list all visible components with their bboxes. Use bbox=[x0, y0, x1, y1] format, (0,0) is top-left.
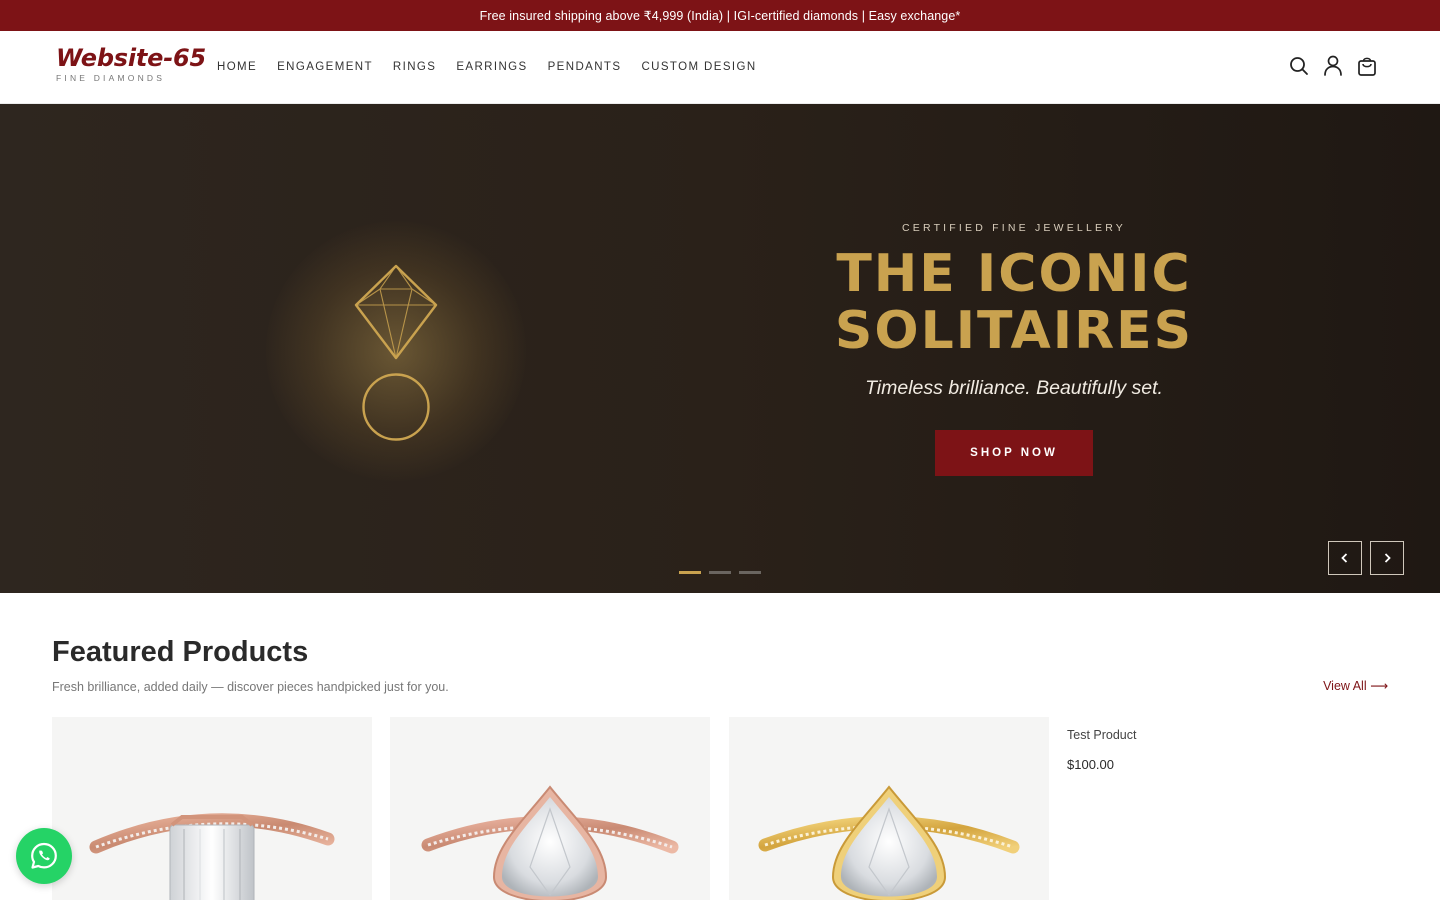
nav-item-rings[interactable]: RINGS bbox=[393, 61, 436, 73]
slider-dot-1[interactable] bbox=[679, 571, 701, 574]
announcement-text: Free insured shipping above ₹4,999 (Indi… bbox=[479, 9, 961, 23]
logo[interactable]: Website-65 FINE DIAMONDS bbox=[56, 44, 206, 83]
hero-headline-line-2: SOLITAIRES bbox=[834, 301, 1194, 361]
slider-dot-2[interactable] bbox=[709, 571, 731, 574]
product-price: $100.00 bbox=[1067, 757, 1114, 772]
search-icon[interactable] bbox=[1288, 51, 1310, 81]
cart-icon[interactable] bbox=[1356, 51, 1378, 81]
hero-eyebrow: CERTIFIED FINE JEWELLERY bbox=[901, 222, 1127, 234]
nav-item-pendants[interactable]: PENDANTS bbox=[548, 61, 622, 73]
hero-tagline: Timeless brilliance. Beautifully set. bbox=[865, 377, 1163, 399]
slider-next-button[interactable] bbox=[1370, 541, 1404, 575]
hero-copy: CERTIFIED FINE JEWELLERY THE ICONIC SOLI… bbox=[814, 222, 1214, 476]
header-icons bbox=[1288, 51, 1378, 81]
nav-item-custom-design[interactable]: CUSTOM DESIGN bbox=[641, 61, 756, 73]
whatsapp-chat-button[interactable] bbox=[16, 828, 72, 884]
slider-prev-button[interactable] bbox=[1328, 541, 1362, 575]
featured-title: Featured Products bbox=[52, 636, 309, 668]
nav-item-home[interactable]: HOME bbox=[217, 61, 257, 73]
site-header: Website-65 FINE DIAMONDS HOME ENGAGEMENT… bbox=[0, 31, 1440, 104]
diamond-ring-illustration bbox=[350, 262, 442, 452]
whatsapp-icon bbox=[31, 842, 57, 869]
hero-headline: THE ICONIC SOLITAIRES bbox=[814, 246, 1214, 360]
product-card-2[interactable] bbox=[390, 717, 710, 900]
view-all-link[interactable]: View All ⟶ bbox=[1323, 678, 1388, 693]
product-card-3[interactable] bbox=[729, 717, 1049, 900]
nav-item-engagement[interactable]: ENGAGEMENT bbox=[277, 61, 373, 73]
main-nav: HOME ENGAGEMENT RINGS EARRINGS PENDANTS … bbox=[217, 31, 757, 103]
featured-subtitle: Fresh brilliance, added daily — discover… bbox=[52, 680, 449, 694]
logo-text: Website-65 bbox=[56, 44, 207, 72]
shop-now-button[interactable]: SHOP NOW bbox=[935, 430, 1093, 476]
chevron-left-icon bbox=[1341, 553, 1348, 563]
product-image-gold-pear-halo-ring bbox=[729, 717, 1049, 900]
announcement-bar: Free insured shipping above ₹4,999 (Indi… bbox=[0, 0, 1440, 31]
user-icon[interactable] bbox=[1322, 51, 1344, 81]
product-card-1[interactable] bbox=[52, 717, 372, 900]
product-info: Test Product $100.00 bbox=[1067, 728, 1136, 772]
hero-headline-line-1: THE ICONIC bbox=[836, 244, 1192, 304]
product-name[interactable]: Test Product bbox=[1067, 728, 1136, 742]
nav-item-earrings[interactable]: EARRINGS bbox=[456, 61, 527, 73]
product-image-rose-pear-halo-ring bbox=[390, 717, 710, 900]
product-image-rose-emerald-ring bbox=[52, 717, 372, 900]
slider-dot-3[interactable] bbox=[739, 571, 761, 574]
chevron-right-icon bbox=[1384, 553, 1391, 563]
logo-subtitle: FINE DIAMONDS bbox=[56, 73, 166, 83]
hero-banner: CERTIFIED FINE JEWELLERY THE ICONIC SOLI… bbox=[0, 104, 1440, 593]
slider-dots bbox=[679, 571, 761, 574]
slider-arrows bbox=[1328, 541, 1404, 575]
